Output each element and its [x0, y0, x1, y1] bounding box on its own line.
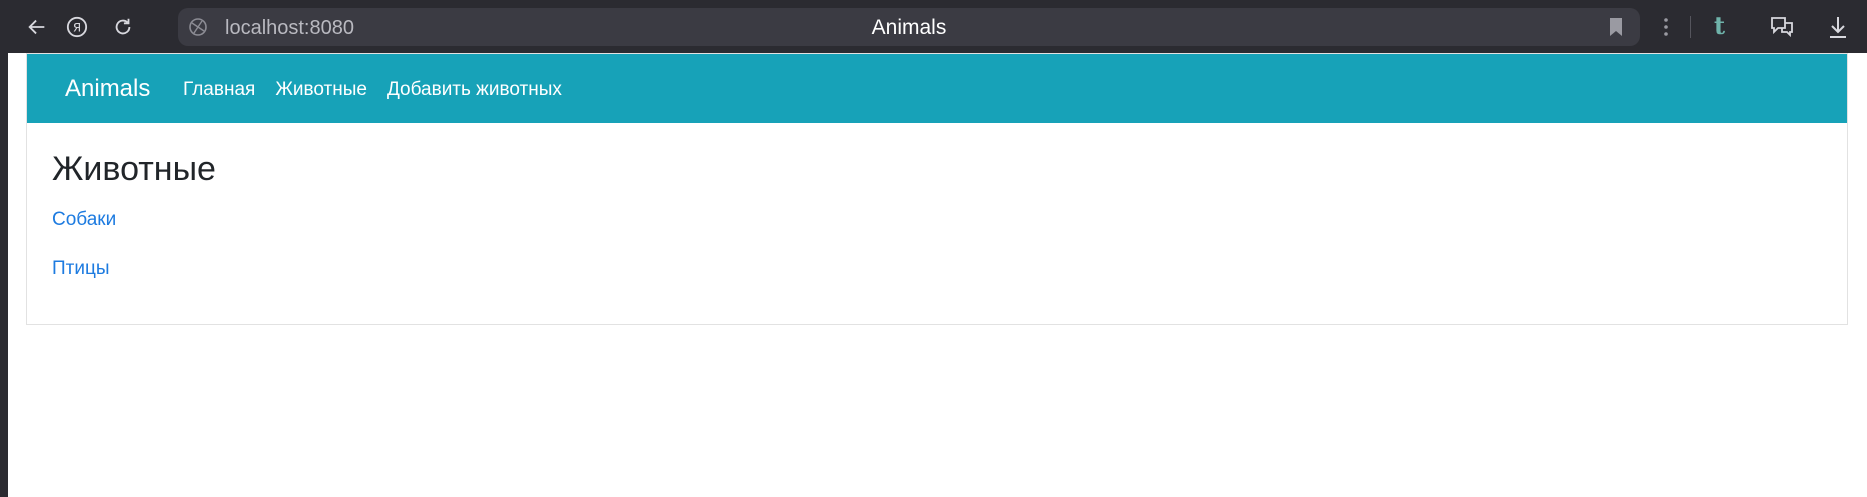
yandex-icon: Я	[66, 16, 88, 38]
svg-text:Я: Я	[73, 21, 81, 35]
page-card: Animals Главная Животные Добавить животн…	[26, 53, 1848, 325]
bookmark-icon[interactable]	[1606, 16, 1626, 38]
chat-extension-icon[interactable]	[1769, 14, 1795, 40]
more-menu-icon[interactable]	[1656, 14, 1676, 40]
browser-toolbar: Я localhost:8080 Animals t	[0, 0, 1867, 53]
window-edge	[0, 0, 8, 497]
reload-icon	[115, 18, 131, 35]
nav-link-home[interactable]: Главная	[183, 79, 255, 101]
page-heading: Животные	[52, 150, 216, 188]
yandex-button[interactable]: Я	[60, 10, 94, 44]
extension-t-icon[interactable]: t	[1714, 11, 1725, 40]
toolbar-divider	[1690, 16, 1691, 38]
site-navbar: Animals Главная Животные Добавить животн…	[27, 54, 1847, 123]
browser-page-title: Animals	[871, 16, 947, 39]
animal-link-birds[interactable]: Птицы	[52, 258, 216, 280]
reload-button[interactable]	[106, 10, 140, 44]
nav-links: Главная Животные Добавить животных	[183, 79, 562, 101]
site-brand[interactable]: Animals	[65, 75, 150, 103]
animal-link-dogs[interactable]: Собаки	[52, 209, 216, 231]
back-button[interactable]	[20, 10, 54, 44]
main-content: Животные Собаки Птицы	[52, 150, 216, 280]
nav-link-animals[interactable]: Животные	[275, 79, 367, 101]
download-icon[interactable]	[1827, 14, 1849, 40]
nav-link-add-animals[interactable]: Добавить животных	[387, 79, 562, 101]
address-bar[interactable]: localhost:8080 Animals	[178, 8, 1640, 46]
arrow-left-icon	[28, 19, 45, 35]
